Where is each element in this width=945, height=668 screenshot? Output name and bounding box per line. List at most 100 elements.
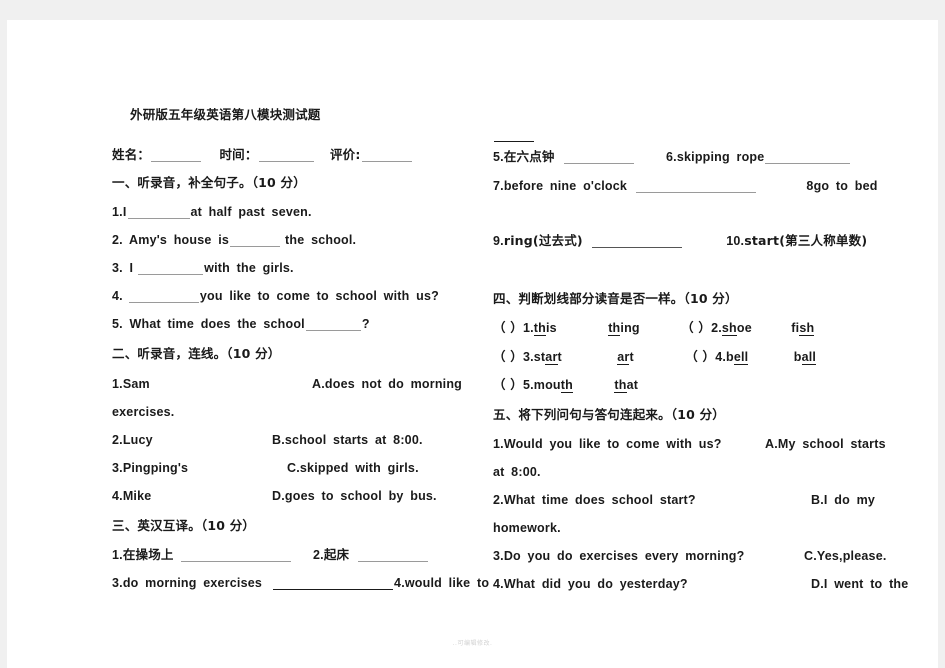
item-number: 7.: [493, 179, 504, 193]
match2-question-1[interactable]: 1.Would you like to come with us?: [493, 437, 722, 451]
item-number: 1.: [522, 321, 534, 335]
item-text: ?: [361, 317, 370, 331]
time-blank[interactable]: [258, 150, 314, 162]
answer-blank[interactable]: [358, 550, 429, 562]
match-right-item-b[interactable]: B.school starts at 8:00.: [272, 433, 423, 447]
answer-blank[interactable]: [180, 550, 291, 562]
section-one-item-5: 5. What time does the school?: [112, 317, 370, 331]
match2-answer-d[interactable]: D.I went to the: [811, 577, 908, 591]
match-left-item-2[interactable]: 2.Lucy: [112, 433, 153, 447]
translate-item-3-4: 3.do morning exercises 4.would like to: [112, 576, 489, 590]
word-rest: oe: [736, 321, 752, 335]
match2-question-3[interactable]: 3.Do you do exercises every morning?: [493, 549, 744, 563]
item-number: 3.: [112, 576, 123, 590]
match2-answer-b-wrap: homework.: [493, 521, 561, 535]
match2-answer-b[interactable]: B.I do my: [811, 493, 875, 507]
answer-blank[interactable]: [128, 291, 199, 303]
item-text: 在操场上: [122, 547, 174, 562]
match-right-item-a[interactable]: A.does not do morning: [312, 377, 462, 391]
section-one-item-1: 1.I at half past seven.: [112, 205, 312, 219]
page-right-margin: [938, 0, 945, 668]
match2-answer-c[interactable]: C.Yes,please.: [804, 549, 887, 563]
answer-blank[interactable]: [765, 152, 851, 164]
time-label: 时间：: [219, 147, 258, 162]
answer-blank[interactable]: [591, 236, 682, 248]
match-right-item-c[interactable]: C.skipped with girls.: [287, 461, 419, 475]
underlined-part: th: [533, 321, 546, 336]
answer-blank[interactable]: [563, 152, 634, 164]
phonics-row-1: （ ）1.this thing （ ）2.shoe fish: [493, 320, 815, 336]
answer-bracket[interactable]: （ ）: [685, 349, 715, 364]
match-right-item-a-wrap: exercises.: [112, 405, 175, 419]
item-text: start(第三人称单数): [744, 233, 868, 248]
item-text: the school.: [285, 233, 357, 247]
underlined-part: sh: [721, 321, 737, 336]
item-number: 4.: [394, 576, 405, 590]
worksheet-page: 外研版五年级英语第八模块测试题 姓名： 时间： 评价: 一、听录音，补全句子。（…: [7, 20, 938, 668]
underlined-part: th: [608, 321, 621, 336]
section-one-item-4: 4. you like to come to school with us?: [112, 289, 439, 303]
underlined-part: ar: [617, 350, 630, 365]
item-number: 8: [806, 179, 814, 193]
item-number: 3. I: [112, 261, 134, 275]
section-two-heading: 二、听录音，连线。（10 分）: [112, 346, 281, 361]
item-text: ring(过去式): [503, 233, 583, 248]
item-number: 1.I: [112, 205, 127, 219]
answer-blank[interactable]: [230, 235, 281, 247]
item-text: 在六点钟: [503, 149, 555, 164]
word-rest: ing: [620, 321, 640, 335]
translate-item-5-6: 5.在六点钟 6.skipping rope: [493, 150, 851, 164]
answer-blank[interactable]: [138, 263, 204, 275]
underlined-part: ell: [733, 350, 749, 365]
item-number: 10.: [726, 234, 745, 248]
item-number: 4.: [715, 350, 727, 364]
section-five-heading: 五、将下列问句与答句连起来。（10 分）: [493, 407, 725, 422]
item-text: before nine o'clock: [503, 179, 628, 193]
match-left-item-3[interactable]: 3.Pingping's: [112, 461, 188, 475]
answer-blank[interactable]: [305, 319, 361, 331]
answer-blank[interactable]: [494, 130, 534, 142]
match2-question-2[interactable]: 2.What time does school start?: [493, 493, 696, 507]
match-left-item-1[interactable]: 1.Sam: [112, 377, 150, 391]
score-label: 评价:: [329, 147, 361, 162]
section-one-item-2: 2. Amy's house is the school.: [112, 233, 356, 247]
item-number: 9.: [493, 234, 504, 248]
translate-item-4-continuation: [493, 128, 535, 142]
section-four-heading: 四、判断划线部分读音是否一样。（10 分）: [493, 291, 738, 306]
answer-blank[interactable]: [636, 181, 757, 193]
phonics-row-3: （ ）5.mouth that: [493, 377, 639, 393]
underlined-part: th: [560, 378, 573, 393]
item-number: 4.: [112, 289, 123, 303]
match-right-item-d[interactable]: D.goes to school by bus.: [272, 489, 437, 503]
word-rest: t: [557, 350, 562, 364]
word-pre: st: [533, 350, 546, 364]
item-number: 5.: [522, 378, 534, 392]
match2-answer-a[interactable]: A.My school starts: [765, 437, 886, 451]
score-blank[interactable]: [361, 150, 412, 162]
item-text: with the girls.: [204, 261, 294, 275]
match-left-item-4[interactable]: 4.Mike: [112, 489, 151, 503]
underlined-part: all: [801, 350, 817, 365]
word-rest: is: [545, 321, 557, 335]
page-top-margin: [0, 0, 945, 20]
item-number: 2.: [313, 548, 324, 562]
answer-bracket[interactable]: （ ）: [681, 320, 711, 335]
word-pre: mou: [533, 378, 561, 392]
answer-bracket[interactable]: （ ）: [493, 320, 523, 335]
word-rest: t: [629, 350, 634, 364]
item-number: 6.: [666, 150, 677, 164]
answer-blank[interactable]: [127, 207, 190, 219]
name-blank[interactable]: [151, 150, 202, 162]
item-text: you like to come to school with us?: [199, 289, 439, 303]
page-title: 外研版五年级英语第八模块测试题: [130, 107, 321, 122]
answer-blank[interactable]: [273, 578, 394, 590]
translate-item-7-8: 7.before nine o'clock 8go to bed: [493, 179, 878, 193]
item-text: do morning exercises: [122, 576, 263, 590]
answer-bracket[interactable]: （ ）: [493, 377, 523, 392]
word-rest: at: [626, 378, 639, 392]
answer-bracket[interactable]: （ ）: [493, 349, 523, 364]
match2-question-4[interactable]: 4.What did you do yesterday?: [493, 577, 688, 591]
word-pre: b: [793, 350, 802, 364]
name-label: 姓名：: [112, 147, 151, 162]
underlined-part: th: [614, 378, 627, 393]
